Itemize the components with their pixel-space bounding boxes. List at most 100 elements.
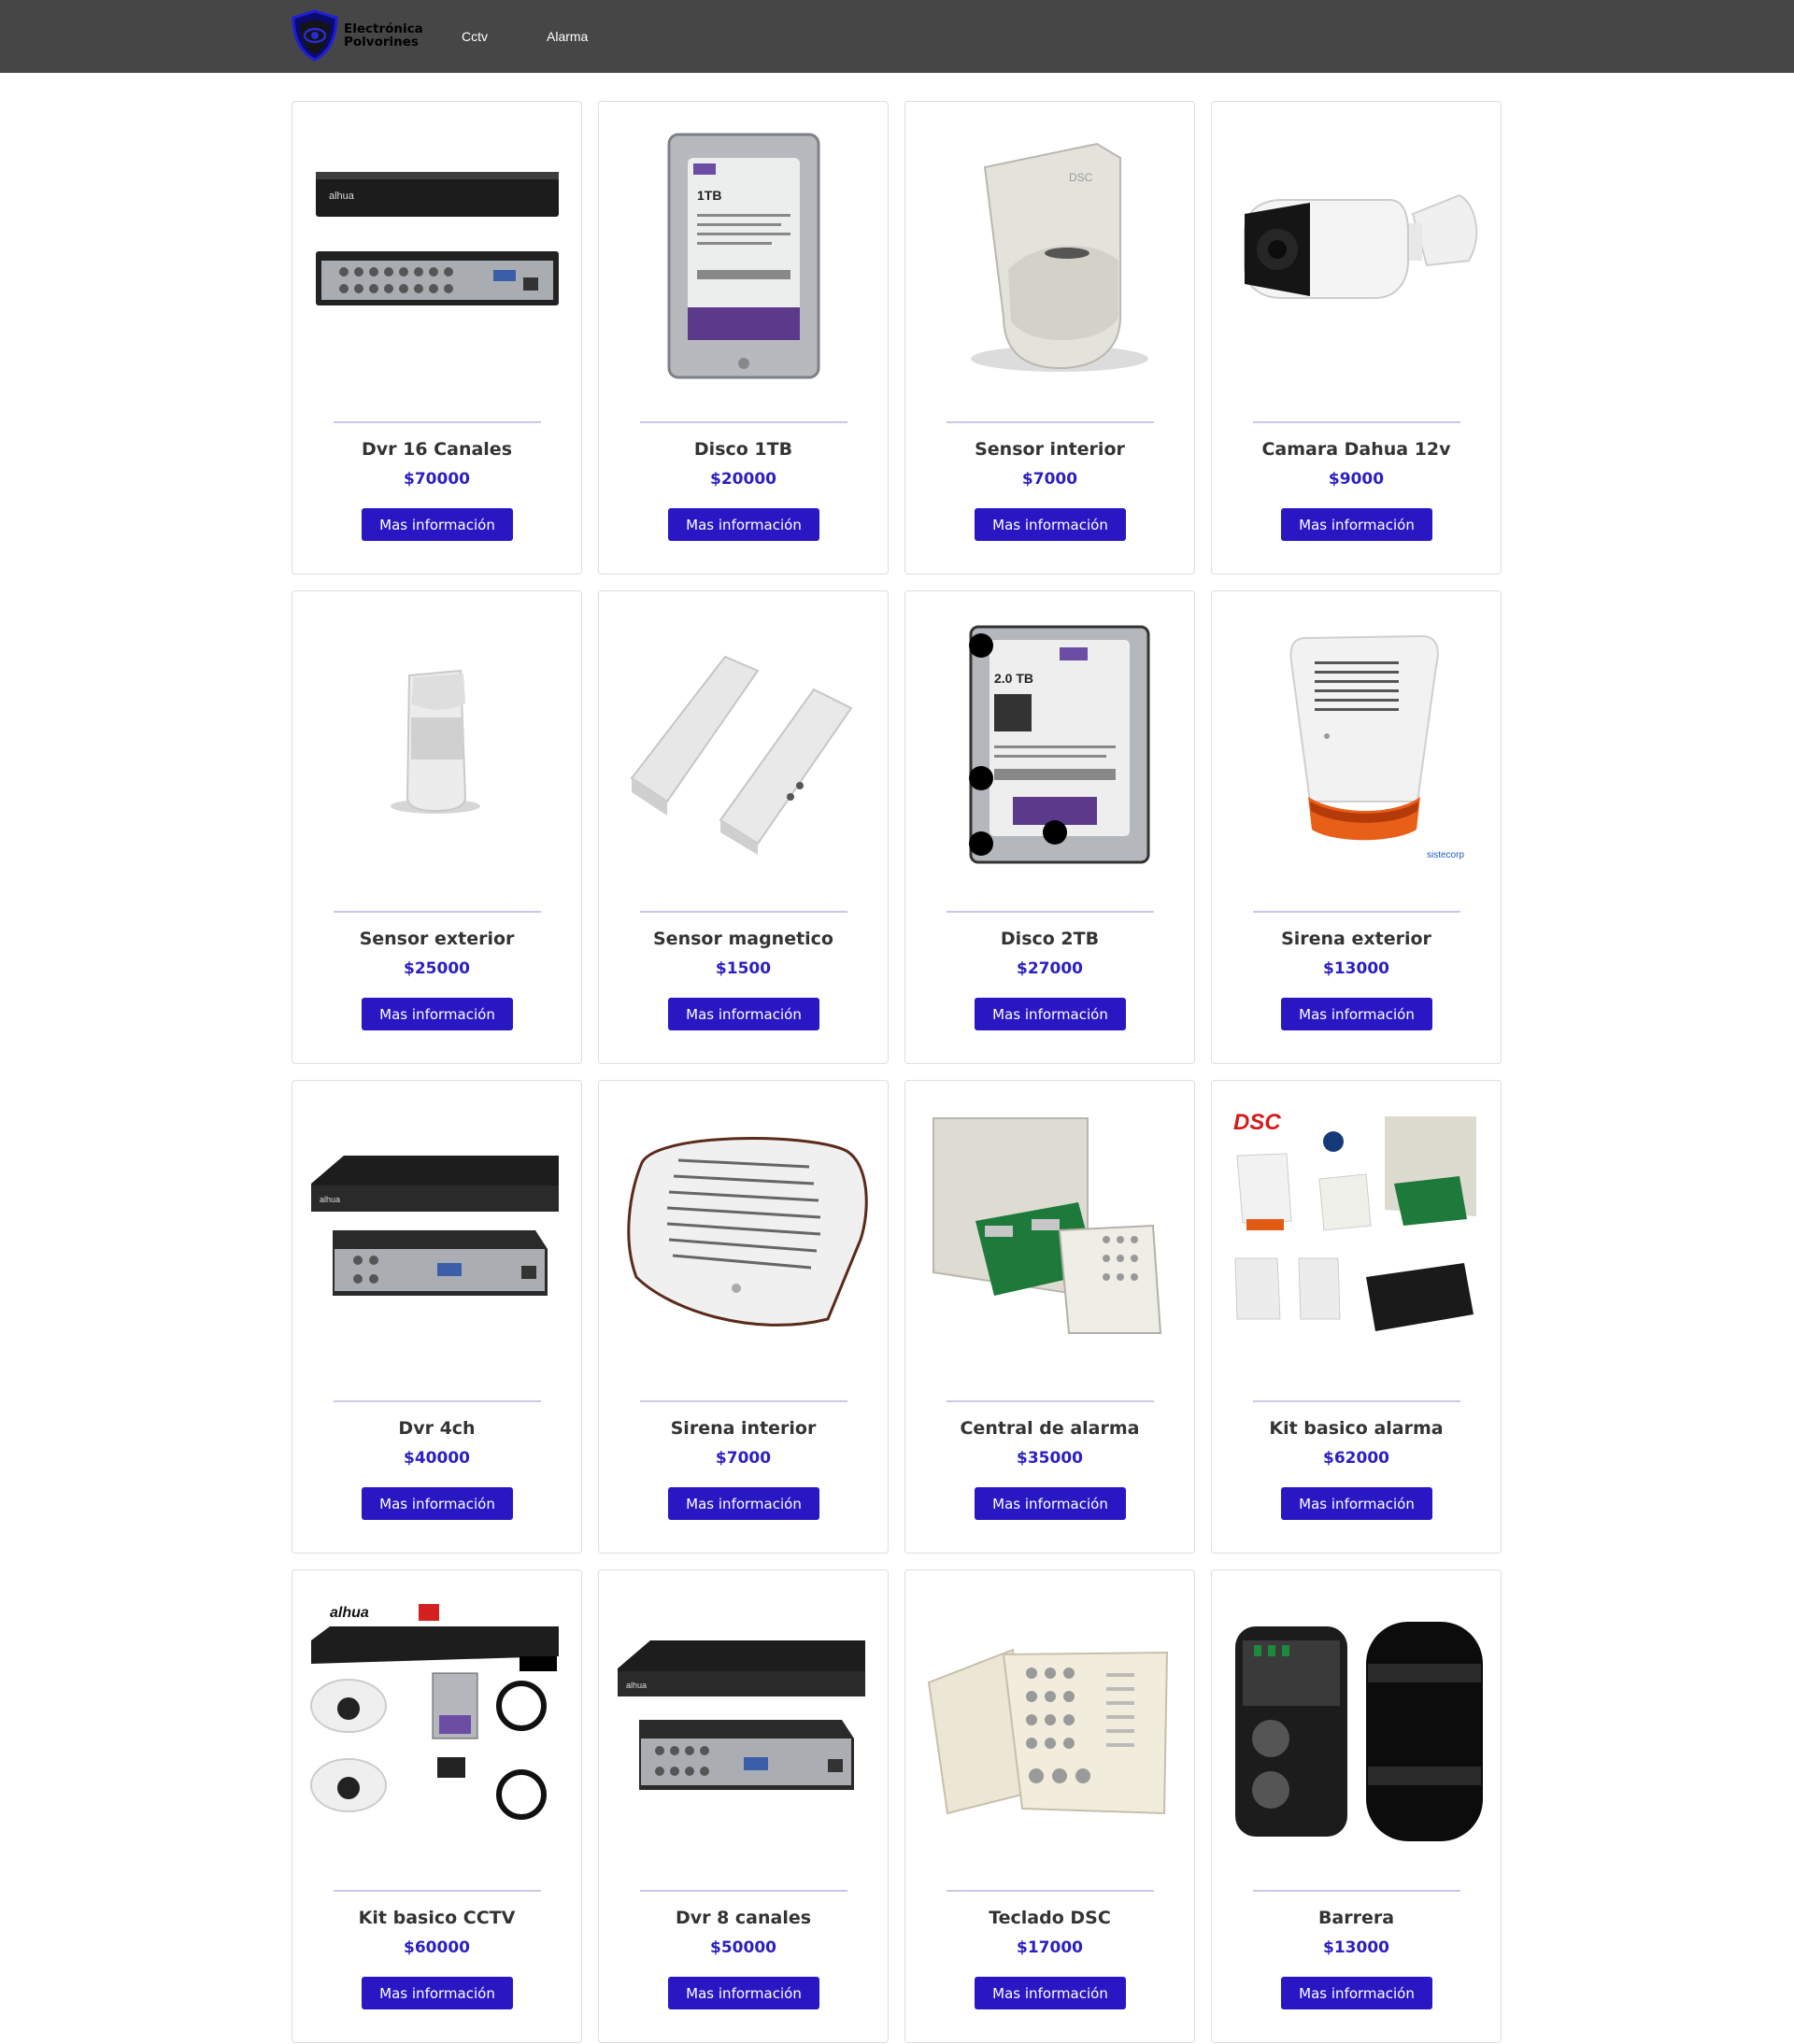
more-info-button[interactable]: Mas información — [975, 998, 1126, 1030]
card-divider — [640, 1890, 847, 1892]
product-price: $7000 — [715, 1449, 772, 1468]
more-info-button[interactable]: Mas información — [362, 998, 513, 1030]
product-price: $7000 — [1021, 470, 1078, 489]
outdoor-motion-sensor-image — [300, 601, 574, 890]
more-info-button[interactable]: Mas información — [1281, 1487, 1432, 1520]
brand-line-2: Polvorines — [344, 35, 419, 50]
product-price: $35000 — [1017, 1449, 1083, 1468]
more-info-button[interactable]: Mas información — [668, 1977, 819, 2009]
hard-drive-1tb-image: 1TB — [606, 111, 880, 401]
card-divider — [334, 911, 541, 913]
product-price: $13000 — [1323, 959, 1389, 978]
card-divider — [640, 421, 847, 423]
more-info-button[interactable]: Mas información — [668, 1487, 819, 1520]
card-divider — [1253, 1400, 1460, 1402]
svg-text:DSC: DSC — [1233, 1110, 1281, 1135]
product-title: Disco 2TB — [1000, 929, 1100, 949]
card-divider — [1253, 1890, 1460, 1892]
nav-link-alarma[interactable]: Alarma — [547, 29, 588, 44]
more-info-button[interactable]: Mas información — [975, 1487, 1126, 1520]
product-card: Sirena interior $7000 Mas información — [598, 1080, 889, 1554]
outdoor-siren-image: sistecorp — [1219, 601, 1493, 890]
dvr-16-channel-image: alhua — [300, 111, 574, 401]
more-info-button[interactable]: Mas información — [1281, 508, 1432, 541]
card-divider — [334, 1400, 541, 1402]
product-title: Sirena exterior — [1281, 929, 1431, 949]
more-info-button[interactable]: Mas información — [668, 508, 819, 541]
product-price: $17000 — [1017, 1938, 1083, 1957]
product-title: Sirena interior — [670, 1418, 817, 1439]
card-divider — [640, 1400, 847, 1402]
svg-text:alhua: alhua — [330, 1605, 369, 1621]
card-divider — [334, 1890, 541, 1892]
nav-link-cctv[interactable]: Cctv — [462, 29, 488, 44]
product-price: $9000 — [1328, 470, 1385, 489]
svg-text:sistecorp: sistecorp — [1427, 850, 1464, 860]
more-info-button[interactable]: Mas información — [362, 1487, 513, 1520]
product-card: Sensor magnetico $1500 Mas información — [598, 590, 889, 1064]
product-price: $70000 — [404, 470, 470, 489]
infrared-barrier-image — [1219, 1580, 1493, 1869]
card-divider — [947, 911, 1154, 913]
product-grid: alhua Dvr 16 Canales $70000 Mas informac… — [292, 101, 1502, 2044]
card-divider — [947, 1400, 1154, 1402]
more-info-button[interactable]: Mas información — [668, 998, 819, 1030]
brand-name: Electrónica Polvorines — [344, 22, 423, 49]
product-price: $62000 — [1323, 1449, 1389, 1468]
more-info-button[interactable]: Mas información — [362, 1977, 513, 2009]
product-title: Camara Dahua 12v — [1261, 439, 1451, 460]
product-price: $27000 — [1017, 959, 1083, 978]
product-title: Barrera — [1317, 1908, 1395, 1928]
product-title: Kit basico alarma — [1269, 1418, 1444, 1439]
product-card: Camara Dahua 12v $9000 Mas información — [1211, 101, 1502, 575]
product-card: Central de alarma $35000 Mas información — [904, 1080, 1195, 1554]
svg-text:1TB: 1TB — [697, 188, 721, 203]
shield-eye-logo-icon — [292, 9, 338, 62]
hard-drive-2tb-image: 2.0 TB — [913, 601, 1187, 890]
product-price: $25000 — [404, 959, 470, 978]
product-title: Dvr 4ch — [398, 1418, 476, 1439]
product-card: alhua Kit basico CCTV $60000 Mas informa… — [292, 1569, 582, 2043]
product-title: Teclado DSC — [989, 1908, 1111, 1928]
product-card: alhua Dvr 4ch $40000 Mas información — [292, 1080, 582, 1554]
product-title: Disco 1TB — [693, 439, 793, 460]
svg-text:alhua: alhua — [626, 1681, 647, 1690]
product-card: alhua Dvr 16 Canales $70000 Mas informac… — [292, 101, 582, 575]
svg-text:alhua: alhua — [329, 191, 355, 202]
navbar: Electrónica Polvorines Cctv Alarma — [0, 0, 1794, 73]
dvr-8-channel-image: alhua — [606, 1580, 880, 1869]
card-divider — [947, 1890, 1154, 1892]
more-info-button[interactable]: Mas información — [362, 508, 513, 541]
product-price: $60000 — [404, 1938, 470, 1957]
product-title: Dvr 16 Canales — [361, 439, 513, 460]
dsc-keypad-image — [913, 1580, 1187, 1869]
cctv-kit-image: alhua — [300, 1580, 574, 1869]
card-divider — [1253, 911, 1460, 913]
bullet-camera-image — [1219, 111, 1493, 401]
product-title: Sensor interior — [975, 439, 1125, 460]
more-info-button[interactable]: Mas información — [975, 508, 1126, 541]
product-price: $50000 — [710, 1938, 776, 1957]
brand-link[interactable]: Electrónica Polvorines — [290, 8, 423, 63]
card-divider — [334, 421, 541, 423]
product-card: Sensor exterior $25000 Mas información — [292, 590, 582, 1064]
product-title: Kit basico CCTV — [358, 1908, 516, 1928]
product-card: 1TB Disco 1TB $20000 Mas información — [598, 101, 889, 575]
product-price: $13000 — [1323, 1938, 1389, 1957]
product-price: $20000 — [710, 470, 776, 489]
product-card: sistecorp Sirena exterior $13000 Mas inf… — [1211, 590, 1502, 1064]
product-price: $1500 — [715, 959, 772, 978]
product-card: DSC Sensor interior $7000 Mas informació… — [904, 101, 1195, 575]
more-info-button[interactable]: Mas información — [1281, 998, 1432, 1030]
indoor-siren-image — [606, 1090, 880, 1380]
svg-text:alhua: alhua — [320, 1195, 340, 1204]
product-title: Sensor magnetico — [653, 929, 833, 949]
product-title: Dvr 8 canales — [675, 1908, 812, 1928]
alarm-kit-image: DSC — [1219, 1090, 1493, 1380]
product-title: Central de alarma — [960, 1418, 1140, 1439]
product-card: alhua Dvr 8 canales $50000 Mas informaci… — [598, 1569, 889, 2043]
card-divider — [640, 911, 847, 913]
more-info-button[interactable]: Mas información — [975, 1977, 1126, 2009]
card-divider — [1253, 421, 1460, 423]
more-info-button[interactable]: Mas información — [1281, 1977, 1432, 2009]
